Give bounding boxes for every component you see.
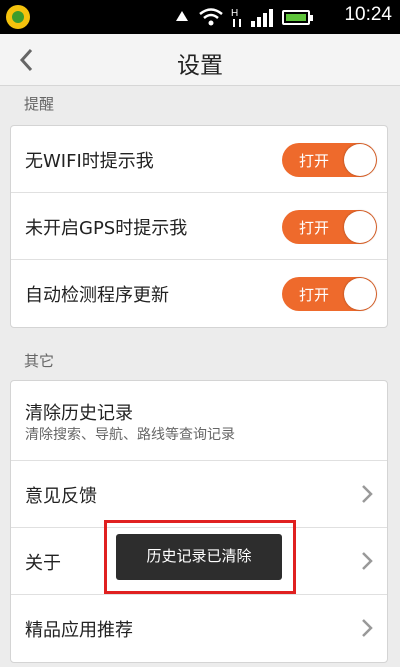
status-icons: H <box>172 5 313 29</box>
battery-icon <box>282 9 313 25</box>
toggle-knob <box>344 144 376 176</box>
gps-toggle[interactable]: 打开 <box>282 210 377 244</box>
chevron-right-icon <box>362 485 373 503</box>
setting-row-update: 自动检测程序更新 打开 <box>11 260 387 327</box>
chevron-right-icon <box>362 619 373 637</box>
toggle-knob <box>344 278 376 310</box>
section-label-reminders: 提醒 <box>24 95 55 113</box>
signal-icon <box>251 9 273 27</box>
app-header: 设置 <box>0 34 400 86</box>
setting-row-wifi: 无WIFI时提示我 打开 <box>11 126 387 193</box>
toggle-knob <box>344 211 376 243</box>
clear-history-row[interactable]: 清除历史记录 清除搜索、导航、路线等查询记录 <box>11 381 387 461</box>
shield-icon <box>176 11 188 21</box>
highlight-box <box>104 520 296 594</box>
clear-history-description: 清除搜索、导航、路线等查询记录 <box>25 427 235 443</box>
chevron-right-icon <box>362 552 373 570</box>
setting-label: 自动检测程序更新 <box>25 285 169 306</box>
toggle-label: 打开 <box>298 152 329 170</box>
hplus-icon: H <box>231 8 241 27</box>
about-label: 关于 <box>25 553 61 574</box>
status-bar: H 10:24 <box>0 0 400 34</box>
feedback-label: 意见反馈 <box>25 486 97 507</box>
reminders-card: 无WIFI时提示我 打开 未开启GPS时提示我 打开 自动检测程序更新 打开 <box>10 125 388 328</box>
toggle-label: 打开 <box>298 219 329 237</box>
wifi-icon <box>199 8 223 26</box>
setting-label: 未开启GPS时提示我 <box>25 218 188 239</box>
svg-text:H: H <box>231 8 238 19</box>
wifi-toggle[interactable]: 打开 <box>282 143 377 177</box>
recommended-apps-label: 精品应用推荐 <box>25 620 133 641</box>
setting-row-gps: 未开启GPS时提示我 打开 <box>11 193 387 260</box>
toggle-label: 打开 <box>298 286 329 304</box>
setting-label: 无WIFI时提示我 <box>25 151 154 172</box>
feedback-row[interactable]: 意见反馈 <box>11 461 387 528</box>
page-title: 设置 <box>177 53 223 79</box>
recommended-apps-row[interactable]: 精品应用推荐 <box>11 595 387 662</box>
clear-history-label: 清除历史记录 <box>25 403 133 424</box>
app-notification-icon <box>6 5 30 29</box>
section-label-other: 其它 <box>24 352 55 370</box>
update-toggle[interactable]: 打开 <box>282 277 377 311</box>
status-time: 10:24 <box>344 4 392 25</box>
